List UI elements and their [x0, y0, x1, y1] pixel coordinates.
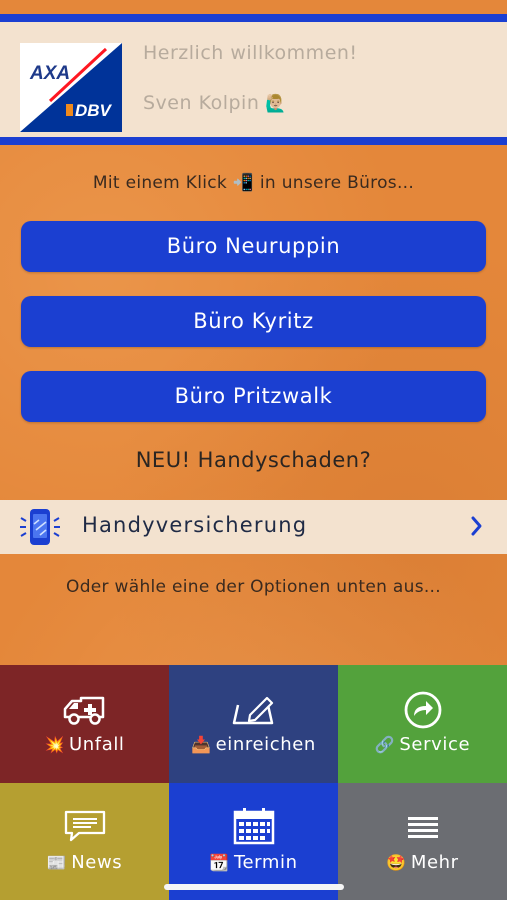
phone-insurance-label: Handyversicherung — [82, 513, 308, 537]
user-name: Sven Kolpin 🙋🏼‍♂️ — [143, 92, 287, 114]
share-arrow-icon — [338, 691, 507, 729]
new-phone-damage-title: NEU! Handyschaden? — [135, 448, 372, 472]
svg-text:AXA: AXA — [29, 63, 70, 84]
tile-einreichen-text: einreichen — [215, 734, 316, 755]
tile-einreichen-label: 📥 einreichen — [169, 734, 338, 755]
header-card: AXA DBV Herzlich willkommen! Sven Kolpin… — [0, 14, 507, 145]
phone-insurance-row[interactable]: Handyversicherung — [0, 500, 507, 554]
menu-icon — [338, 815, 507, 841]
axa-dbv-logo: AXA DBV — [20, 43, 122, 132]
tile-news-label: 📰 News — [0, 852, 169, 873]
tile-unfall-label: 💥 Unfall — [0, 734, 169, 755]
tile-unfall[interactable]: 💥 Unfall — [0, 665, 169, 783]
home-indicator[interactable] — [164, 884, 344, 890]
tile-einreichen[interactable]: 📥 einreichen — [169, 665, 338, 783]
tile-termin-emoji: 📆 — [209, 853, 230, 872]
tagline: Mit einem Klick 📲 in unsere Büros... — [92, 173, 415, 193]
pencil-box-icon — [169, 695, 338, 727]
tile-mehr[interactable]: 🤩 Mehr — [338, 783, 507, 900]
tile-service[interactable]: 🔗 Service — [338, 665, 507, 783]
tile-mehr-emoji: 🤩 — [386, 853, 407, 872]
welcome-text: Herzlich willkommen! — [143, 42, 358, 64]
user-emoji: 🙋🏼‍♂️ — [265, 94, 288, 114]
tile-news-emoji: 📰 — [46, 853, 68, 872]
chevron-right-icon — [470, 515, 484, 541]
office-button-neuruppin[interactable]: Büro Neuruppin — [21, 221, 486, 272]
top-strip — [0, 0, 507, 14]
calendar-icon — [169, 807, 338, 845]
ambulance-icon — [0, 695, 169, 727]
tile-mehr-label: 🤩 Mehr — [338, 852, 507, 873]
user-name-text: Sven Kolpin — [143, 92, 260, 114]
tile-termin-text: Termin — [233, 852, 298, 873]
tile-news-text: News — [71, 852, 123, 873]
tile-unfall-text: Unfall — [68, 734, 125, 755]
tile-einreichen-emoji: 📥 — [191, 735, 212, 754]
tile-service-emoji: 🔗 — [374, 735, 396, 754]
options-hint: Oder wähle eine der Optionen unten aus..… — [66, 577, 441, 597]
office-button-pritzwalk[interactable]: Büro Pritzwalk — [21, 371, 486, 422]
tile-service-label: 🔗 Service — [338, 734, 507, 755]
tile-termin-label: 📆 Termin — [169, 852, 338, 873]
phone-vibrate-icon — [18, 506, 62, 552]
tile-service-text: Service — [399, 734, 471, 755]
tile-unfall-emoji: 💥 — [44, 735, 65, 754]
svg-text:DBV: DBV — [75, 101, 113, 120]
office-button-kyritz[interactable]: Büro Kyritz — [21, 296, 486, 347]
tile-mehr-text: Mehr — [410, 852, 459, 873]
message-icon — [0, 809, 169, 843]
tile-news[interactable]: 📰 News — [0, 783, 169, 900]
tile-termin[interactable]: 📆 Termin — [169, 783, 338, 900]
